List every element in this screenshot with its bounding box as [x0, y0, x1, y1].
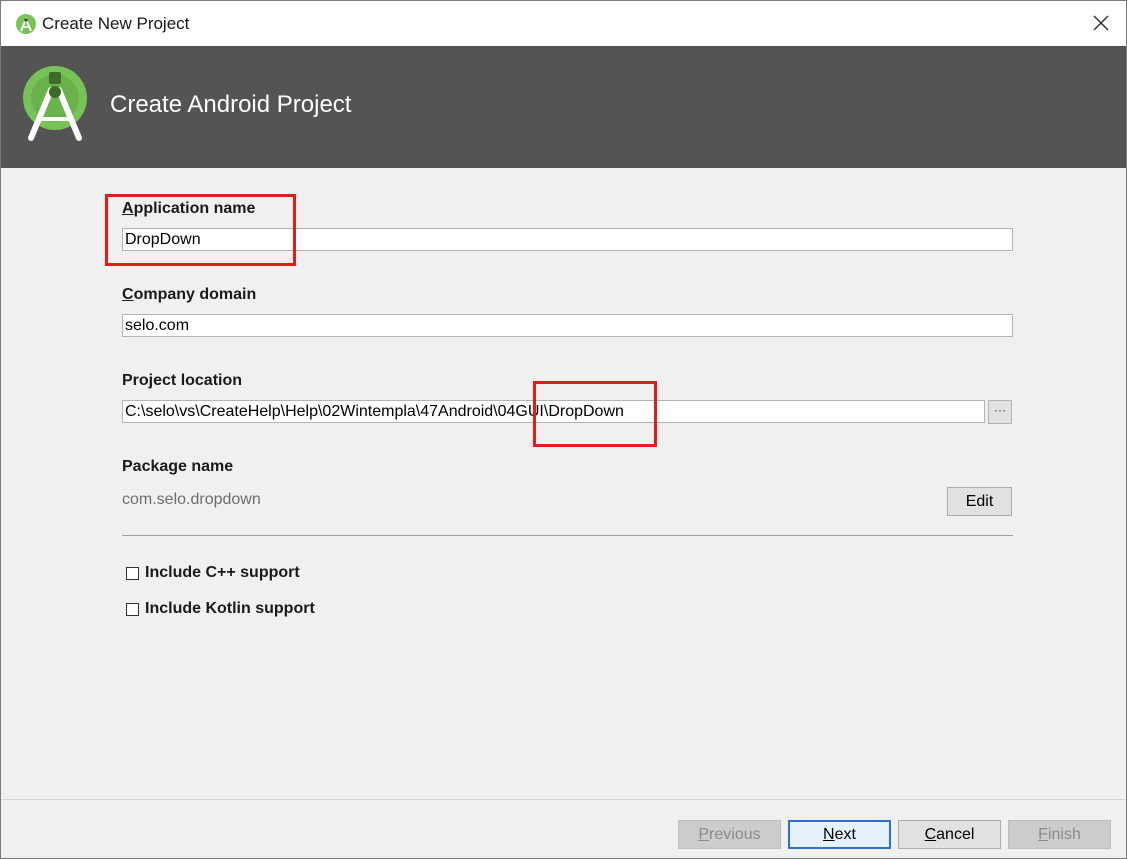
package-name-label: Package name	[122, 458, 234, 475]
button-text: revious	[709, 825, 761, 843]
include-cpp-label: Include C++ support	[145, 564, 300, 581]
company-domain-label: Company domain	[122, 286, 256, 304]
button-text: ancel	[936, 825, 975, 843]
mnemonic: C	[924, 825, 937, 843]
project-location-label: Project location	[122, 372, 243, 389]
mnemonic: C	[122, 286, 134, 303]
title-bar: Create New Project	[1, 1, 1126, 46]
browse-button[interactable]: ···	[988, 400, 1012, 424]
form-area: Application name Company domain Project …	[1, 168, 1126, 799]
company-domain-input[interactable]	[122, 314, 1013, 337]
close-icon[interactable]	[1090, 12, 1112, 34]
page-heading: Create Android Project	[110, 91, 352, 118]
application-name-label: Application name	[122, 200, 255, 218]
button-text: ext	[834, 825, 856, 843]
mnemonic: P	[698, 825, 710, 843]
divider	[122, 535, 1013, 536]
window-title: Create New Project	[42, 14, 190, 33]
android-studio-icon	[16, 14, 36, 34]
button-bar: Previous Next Cancel Finish	[1, 799, 1126, 858]
include-cpp-checkbox[interactable]	[126, 566, 139, 580]
mnemonic: N	[823, 825, 835, 843]
header-banner: Create Android Project	[1, 46, 1126, 168]
cancel-button[interactable]: Cancel	[898, 820, 1001, 849]
include-kotlin-checkbox[interactable]	[126, 602, 139, 616]
label-text: pplication name	[133, 200, 256, 217]
label-text: ompany domain	[133, 286, 257, 303]
edit-package-button[interactable]: Edit	[947, 487, 1012, 516]
next-button[interactable]: Next	[788, 820, 891, 849]
package-name-value: com.selo.dropdown	[122, 491, 261, 508]
previous-button[interactable]: Previous	[678, 820, 781, 849]
finish-button[interactable]: Finish	[1008, 820, 1111, 849]
application-name-input[interactable]	[122, 228, 1013, 251]
android-studio-logo	[23, 66, 87, 141]
include-kotlin-option[interactable]: Include Kotlin support	[126, 600, 315, 618]
include-cpp-option[interactable]: Include C++ support	[126, 564, 300, 582]
mnemonic: F	[1038, 825, 1048, 843]
create-project-dialog: Create New Project Create Android Projec…	[0, 0, 1127, 859]
mnemonic: A	[122, 200, 134, 217]
include-kotlin-label: Include Kotlin support	[145, 600, 315, 617]
button-text: inish	[1047, 825, 1081, 843]
project-location-input[interactable]	[122, 400, 985, 423]
